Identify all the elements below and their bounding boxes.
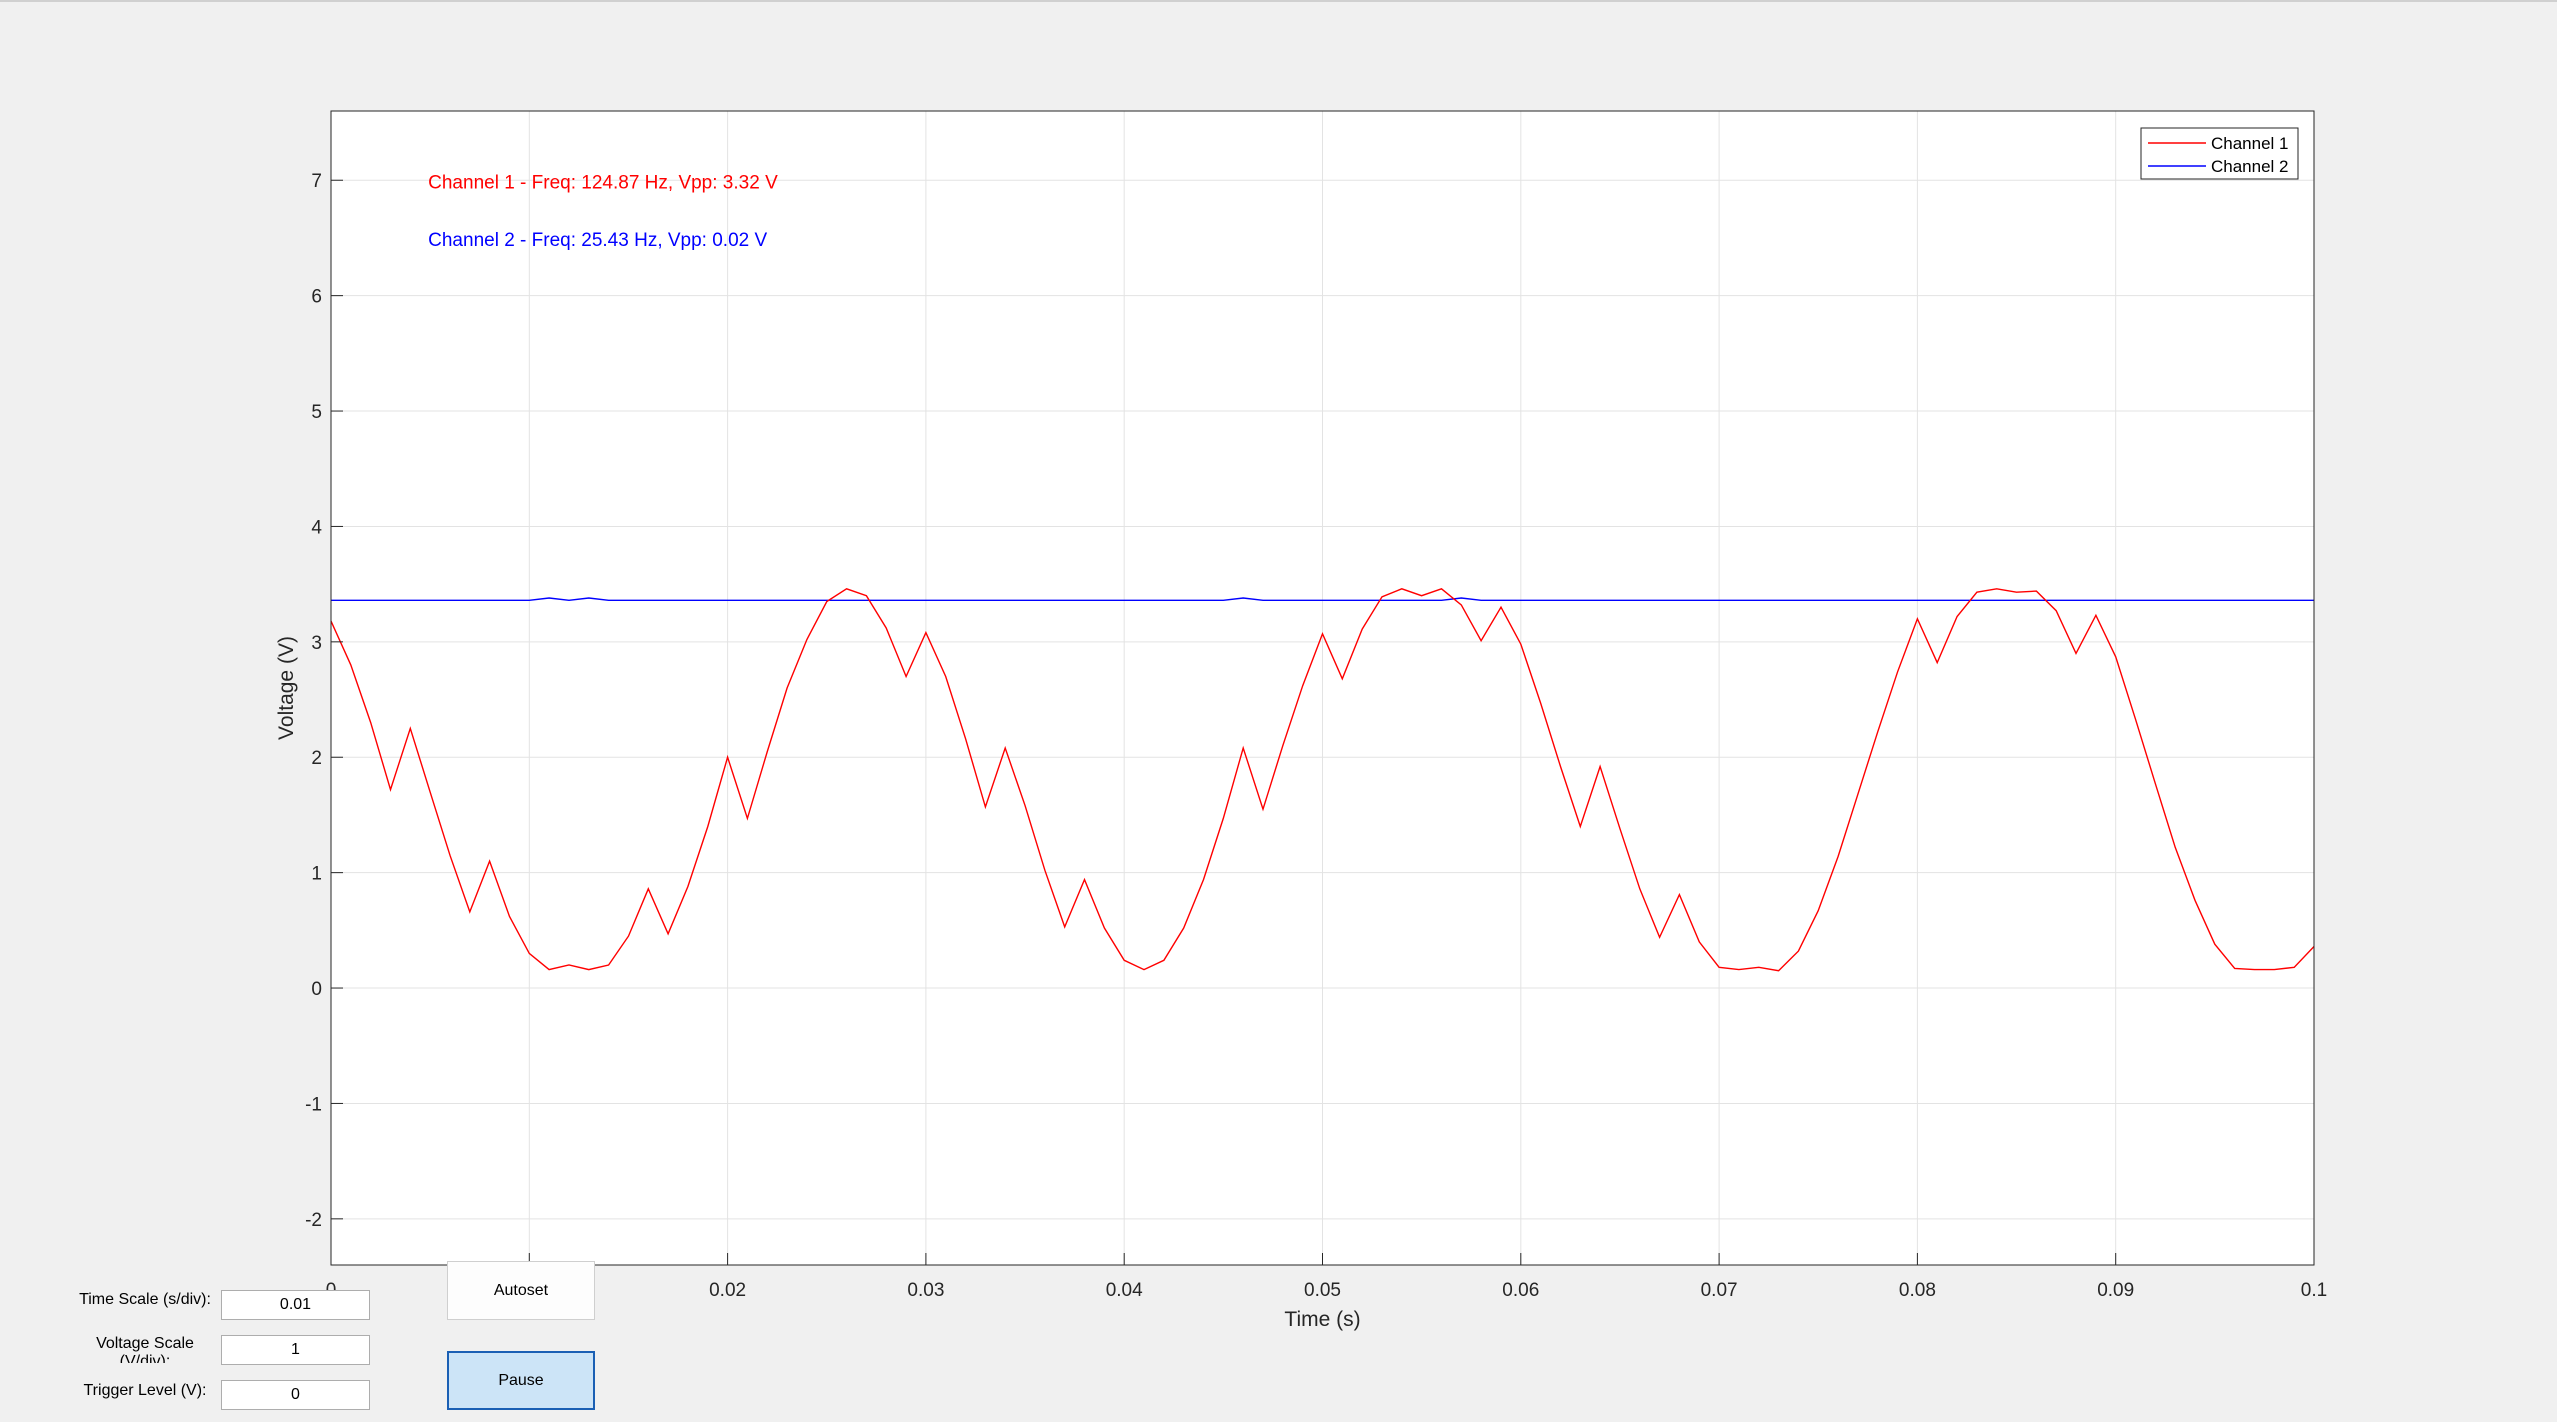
y-tick-label: 4	[311, 517, 322, 538]
trigger-level-label: Trigger Level (V):	[83, 1382, 207, 1399]
trigger-level-input[interactable]	[221, 1380, 370, 1410]
y-tick-label: 6	[311, 287, 322, 308]
x-tick-label: 0.04	[1106, 1280, 1143, 1301]
y-tick-label: -1	[305, 1094, 322, 1115]
y-tick-label: 5	[311, 402, 322, 423]
x-tick-label: 0.07	[1701, 1280, 1738, 1301]
x-tick-label: 0.1	[2301, 1280, 2327, 1301]
y-tick-label: 0	[311, 979, 322, 1000]
x-tick-label: 0.09	[2097, 1280, 2134, 1301]
y-tick-label: -2	[305, 1210, 322, 1231]
oscilloscope-plot: 00.010.020.030.040.050.060.070.080.090.1…	[275, 110, 2327, 1331]
annotation-channel-1: Channel 1 - Freq: 124.87 Hz, Vpp: 3.32 V	[428, 172, 778, 193]
x-axis-label: Time (s)	[1284, 1308, 1360, 1331]
annotation-channel-2: Channel 2 - Freq: 25.43 Hz, Vpp: 0.02 V	[428, 230, 767, 251]
legend-label-channel-2: Channel 2	[2211, 157, 2289, 176]
y-tick-label: 3	[311, 633, 322, 654]
autoset-button[interactable]: Autoset	[447, 1261, 595, 1320]
x-tick-label: 0.08	[1899, 1280, 1936, 1301]
voltage-scale-input[interactable]	[221, 1335, 370, 1365]
y-tick-label: 2	[311, 748, 322, 769]
time-scale-label: Time Scale (s/div):	[79, 1291, 211, 1308]
legend[interactable]: Channel 1 Channel 2	[2140, 127, 2299, 180]
x-tick-label: 0.05	[1304, 1280, 1341, 1301]
legend-label-channel-1: Channel 1	[2211, 134, 2289, 153]
y-tick-label: 1	[311, 864, 322, 885]
voltage-scale-label: Voltage Scale (V/div):	[96, 1335, 194, 1363]
x-tick-label: 0.06	[1502, 1280, 1539, 1301]
y-tick-label: 7	[311, 171, 322, 192]
x-tick-label: 0.03	[907, 1280, 944, 1301]
x-tick-label: 0.02	[709, 1280, 746, 1301]
time-scale-input[interactable]	[221, 1290, 370, 1320]
pause-button[interactable]: Pause	[447, 1351, 595, 1410]
y-axis-label: Voltage (V)	[275, 636, 298, 740]
